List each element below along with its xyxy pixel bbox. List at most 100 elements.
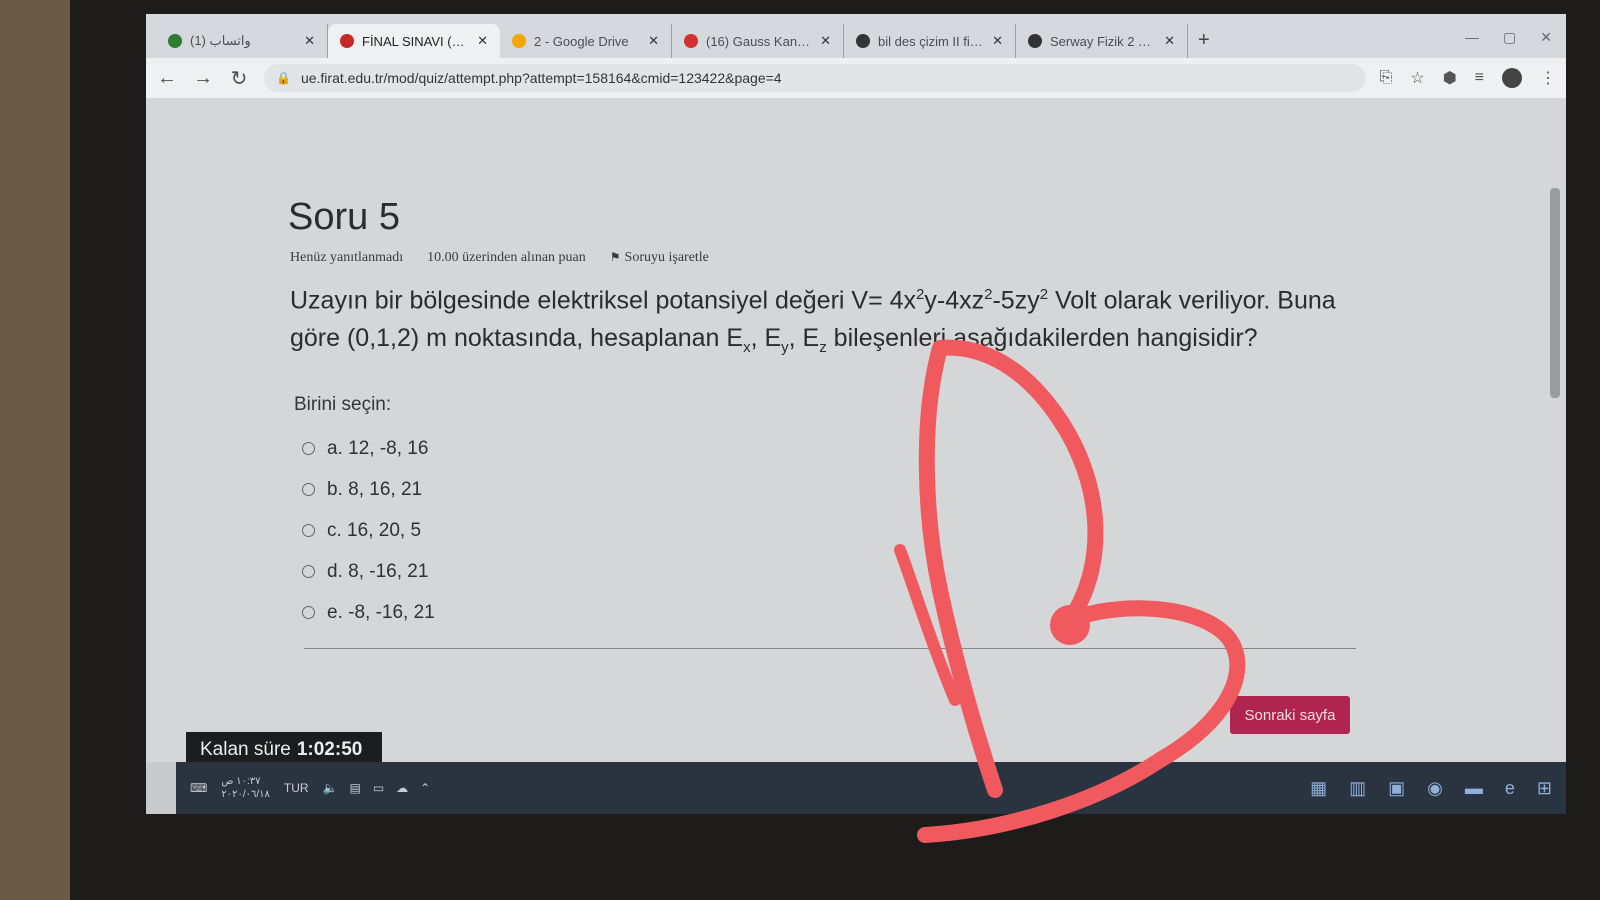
minimize-icon[interactable]: — [1465, 29, 1479, 46]
close-icon[interactable]: ✕ [304, 33, 315, 49]
option-label: b. 8, 16, 21 [327, 478, 423, 500]
tab-title: (16) Gauss Kanunu Sor [706, 33, 812, 49]
photos-icon[interactable]: ▥ [1349, 778, 1366, 799]
option-b[interactable]: b. 8, 16, 21 [302, 469, 435, 510]
close-icon[interactable]: ✕ [477, 33, 488, 49]
close-icon[interactable]: ✕ [1164, 33, 1175, 49]
monitor-bezel [0, 0, 70, 900]
profile-avatar[interactable] [1502, 68, 1522, 88]
network-icon[interactable]: ▤ [349, 781, 360, 795]
chevron-up-icon[interactable]: ⌃ [420, 781, 430, 795]
url-text: ue.firat.edu.tr/mod/quiz/attempt.php?att… [300, 70, 782, 86]
taskbar-clock[interactable]: ١٠:٣٧ ص ٢٠٢٠/٠٦/١٨ [221, 775, 270, 801]
input-language[interactable]: TUR [284, 781, 309, 795]
translate-icon[interactable]: ⎘ [1380, 69, 1393, 87]
subscript: y [781, 339, 789, 357]
option-c[interactable]: c. 16, 20, 5 [302, 510, 435, 551]
question-text-part: Volt olarak veriliyor. Buna [1048, 286, 1336, 315]
edge-icon[interactable]: e [1505, 778, 1515, 799]
menu-kebab-icon[interactable]: ⋮ [1540, 68, 1556, 88]
question-text: Uzayın bir bölgesinde elektriksel potans… [290, 276, 1370, 367]
timer-label: Kalan süre [200, 739, 291, 760]
window-controls: — ▢ ✕ [1451, 29, 1566, 58]
question-text-part: , E [750, 324, 782, 353]
store-icon[interactable]: ▣ [1388, 778, 1405, 799]
flag-label: Soruyu işaretle [624, 250, 709, 265]
excel-icon[interactable]: ▦ [1310, 778, 1327, 799]
answer-status: Henüz yanıtlanmadı [290, 250, 404, 265]
tab-serway[interactable]: Serway Fizik 2 Türkçe ✕ [1016, 24, 1188, 58]
tab-title: Serway Fizik 2 Türkçe [1050, 33, 1157, 49]
question-text-part: bileşenleri aşağıdakilerden hangisidir? [826, 324, 1258, 353]
option-d[interactable]: d. 8, -16, 21 [302, 551, 435, 592]
question-points: 10.00 üzerinden alınan puan [427, 250, 586, 265]
new-tab-button[interactable]: + [1188, 29, 1220, 58]
question-text-part: -5zy [992, 286, 1040, 315]
tab-title: (1) واتساب [190, 33, 251, 48]
option-label: d. 8, -16, 21 [327, 560, 429, 582]
volume-icon[interactable]: 🔈 [323, 781, 338, 795]
option-a[interactable]: a. 12, -8, 16 [302, 428, 435, 469]
question-title: Soru 5 [288, 196, 400, 238]
maximize-icon[interactable]: ▢ [1503, 29, 1516, 46]
extension-icon[interactable]: ⬢ [1443, 68, 1457, 88]
keyboard-icon[interactable]: ⌨ [190, 781, 207, 795]
question-text-part: y-4xz [924, 286, 985, 315]
tab-final-exam[interactable]: FİNAL SINAVI (sayfa 5 / ✕ [328, 24, 500, 58]
system-tray: 🔈 ▤ ▭ ☁ ⌃ [323, 781, 431, 795]
radio-button[interactable] [302, 606, 315, 619]
toolbar-icons: ⎘ ☆ ⬢ ≡ ⋮ [1380, 68, 1556, 88]
file-explorer-icon[interactable]: ▬ [1465, 778, 1483, 799]
flag-question-link[interactable]: ⚑ Soruyu işaretle [610, 250, 709, 266]
playlist-icon[interactable]: ≡ [1475, 69, 1484, 87]
question-info: Henüz yanıtlanmadı 10.00 üzerinden alına… [290, 250, 709, 266]
forward-icon[interactable]: → [192, 67, 214, 90]
chrome-icon[interactable]: ◉ [1427, 778, 1443, 799]
browser-toolbar: ← → ↻ 🔒 ue.firat.edu.tr/mod/quiz/attempt… [146, 58, 1566, 98]
option-e[interactable]: e. -8, -16, 21 [302, 592, 435, 633]
close-icon[interactable]: ✕ [820, 33, 831, 49]
youtube-icon [684, 34, 698, 48]
address-bar[interactable]: 🔒 ue.firat.edu.tr/mod/quiz/attempt.php?a… [264, 64, 1366, 92]
bookmark-star-icon[interactable]: ☆ [1410, 68, 1424, 88]
tab-google-drive[interactable]: 2 - Google Drive ✕ [500, 24, 672, 58]
radio-button[interactable] [302, 524, 315, 537]
close-icon[interactable]: ✕ [648, 33, 659, 49]
globe-icon [856, 34, 870, 48]
back-icon[interactable]: ← [156, 67, 178, 90]
question-text-part: göre (0,1,2) m noktasında, hesaplanan E [290, 324, 744, 353]
tab-bil-des[interactable]: bil des çizim II final (1) ✕ [844, 24, 1016, 58]
close-icon[interactable]: ✕ [992, 33, 1003, 49]
divider [304, 648, 1356, 649]
close-window-icon[interactable]: ✕ [1540, 29, 1552, 46]
windows-start-icon[interactable]: ⊞ [1537, 778, 1552, 799]
tab-strip: (1) واتساب ✕ FİNAL SINAVI (sayfa 5 / ✕ 2… [146, 14, 1566, 58]
exponent: 2 [1039, 286, 1049, 303]
whatsapp-icon [168, 34, 182, 48]
radio-button[interactable] [302, 483, 315, 496]
tab-title: FİNAL SINAVI (sayfa 5 / [362, 33, 469, 49]
quiz-page: Soru 5 Henüz yanıtlanmadı 10.00 üzerinde… [146, 98, 1566, 762]
subscript: z [819, 339, 827, 357]
option-label: a. 12, -8, 16 [327, 437, 429, 459]
tab-title: 2 - Google Drive [534, 33, 629, 49]
clock-date: ٢٠٢٠/٠٦/١٨ [221, 789, 270, 800]
reload-icon[interactable]: ↻ [228, 66, 250, 91]
option-label: e. -8, -16, 21 [327, 601, 435, 623]
scrollbar[interactable] [1550, 188, 1560, 398]
next-page-button[interactable]: Sonraki sayfa [1230, 696, 1350, 734]
pinned-apps: ▦ ▥ ▣ ◉ ▬ e ⊞ [1310, 778, 1552, 799]
clock-time: ١٠:٣٧ ص [221, 776, 261, 787]
flag-icon: ⚑ [609, 250, 621, 264]
radio-button[interactable] [302, 565, 315, 578]
subscript: x [743, 339, 751, 357]
cloud-icon[interactable]: ☁ [396, 781, 408, 795]
tab-whatsapp[interactable]: (1) واتساب ✕ [156, 24, 328, 58]
question-text-part: Uzayın bir bölgesinde elektriksel potans… [290, 286, 917, 315]
moodle-icon [340, 34, 354, 48]
tab-youtube[interactable]: (16) Gauss Kanunu Sor ✕ [672, 24, 844, 58]
radio-button[interactable] [302, 442, 315, 455]
option-label: c. 16, 20, 5 [327, 519, 422, 541]
windows-taskbar: ⌨ ١٠:٣٧ ص ٢٠٢٠/٠٦/١٨ TUR 🔈 ▤ ▭ ☁ ⌃ ▦ ▥ ▣… [176, 762, 1566, 814]
battery-icon[interactable]: ▭ [373, 781, 384, 795]
